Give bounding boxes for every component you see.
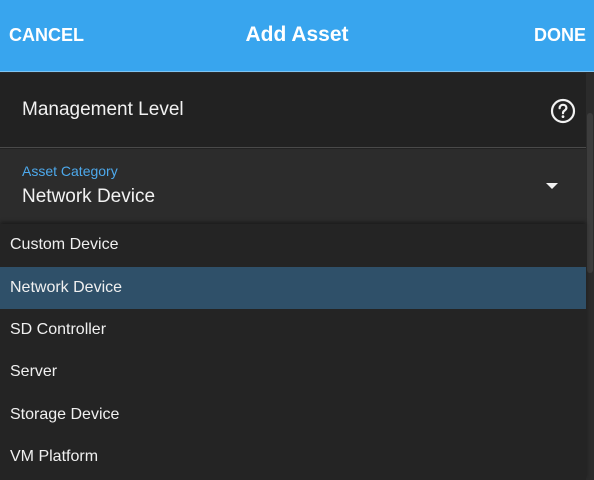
asset-category-dropdown: Custom Device Network Device SD Controll… (0, 224, 586, 480)
dropdown-option-network-device[interactable]: Network Device (0, 267, 586, 309)
dropdown-option-server[interactable]: Server (0, 351, 586, 393)
done-button[interactable]: DONE (534, 0, 586, 72)
page-title: Add Asset (245, 23, 349, 46)
scrollbar-thumb[interactable] (587, 113, 593, 273)
scrollbar[interactable] (586, 73, 594, 480)
dropdown-option-custom-device[interactable]: Custom Device (0, 224, 586, 266)
help-circle-icon[interactable] (550, 98, 576, 124)
app-header: CANCEL Add Asset DONE (0, 0, 594, 72)
dropdown-option-sd-controller[interactable]: SD Controller (0, 309, 586, 351)
management-level-label: Management Level (22, 99, 184, 120)
asset-category-value: Network Device (22, 186, 156, 207)
dropdown-option-vm-platform[interactable]: VM Platform (0, 436, 586, 478)
caret-down-icon[interactable] (546, 183, 558, 189)
dropdown-option-storage-device[interactable]: Storage Device (0, 394, 586, 436)
management-level-row[interactable]: Management Level (0, 73, 586, 148)
asset-category-label: Asset Category (22, 163, 118, 179)
asset-category-select[interactable]: Asset Category Network Device (0, 149, 586, 225)
